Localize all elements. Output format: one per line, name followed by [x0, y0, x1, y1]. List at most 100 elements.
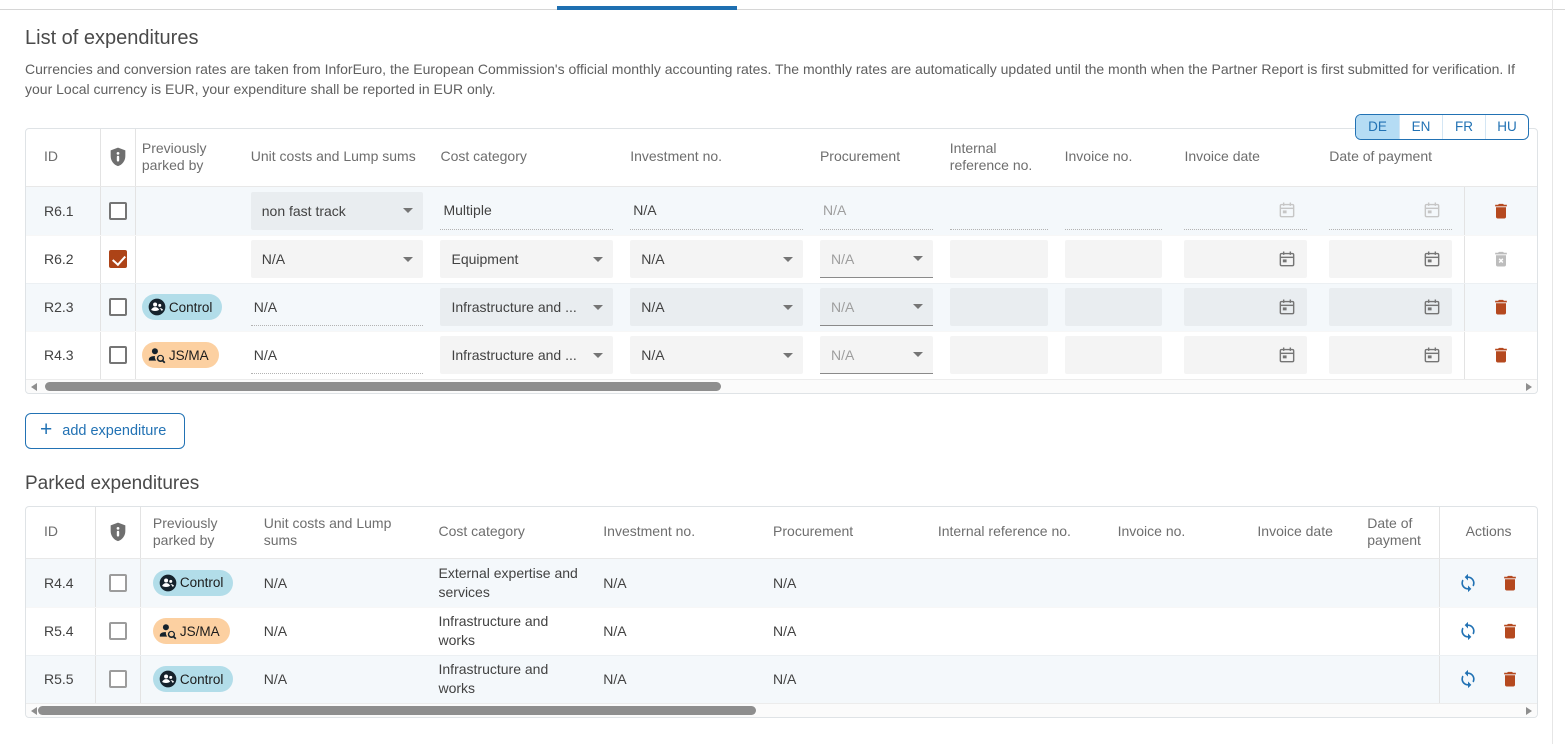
- procurement-select[interactable]: N/A: [820, 336, 933, 374]
- delete-row-button[interactable]: [1498, 618, 1522, 644]
- cost-category-select[interactable]: Equipment: [440, 240, 613, 278]
- table-row: R5.5 Control N/A Infrastructure and work…: [26, 655, 1537, 703]
- calendar-icon[interactable]: [1277, 249, 1297, 269]
- row-checkbox[interactable]: [109, 298, 127, 316]
- header-id: ID: [26, 507, 96, 558]
- chevron-down-icon: [913, 304, 923, 309]
- cost-category-value: External expertise and services: [431, 559, 596, 607]
- internal-reference-input[interactable]: [950, 288, 1048, 326]
- internal-reference-input[interactable]: [950, 336, 1048, 374]
- cost-category-select[interactable]: Infrastructure and ...: [440, 336, 613, 374]
- header-actions: Actions: [1439, 507, 1537, 558]
- chevron-down-icon: [593, 305, 603, 310]
- trash-icon: [1500, 620, 1520, 642]
- delete-row-button[interactable]: [1489, 342, 1513, 368]
- delete-row-button[interactable]: [1498, 570, 1522, 596]
- trash-icon: [1491, 200, 1511, 222]
- calendar-icon[interactable]: [1277, 297, 1297, 317]
- cost-category-select[interactable]: Infrastructure and ...: [440, 288, 613, 326]
- header-sensitive: [101, 129, 136, 186]
- language-tab-en[interactable]: EN: [1399, 115, 1442, 139]
- internal-reference-input[interactable]: [950, 240, 1048, 278]
- unit-costs-select[interactable]: N/A: [251, 240, 424, 278]
- invoice-date-input[interactable]: [1184, 192, 1307, 230]
- calendar-icon[interactable]: [1422, 297, 1442, 317]
- trash-icon: [1491, 296, 1511, 318]
- calendar-icon[interactable]: [1422, 345, 1442, 365]
- language-tab-hu[interactable]: HU: [1485, 115, 1528, 139]
- scroll-left-arrow-icon[interactable]: [31, 707, 37, 715]
- person-search-icon: [158, 621, 178, 641]
- calendar-icon[interactable]: [1422, 200, 1442, 220]
- sync-icon: [1458, 669, 1478, 689]
- unit-costs-value: N/A: [251, 336, 424, 374]
- supervised-users-icon: [158, 573, 178, 593]
- table-row: R5.4 JS/MA N/A Infrastructure and works …: [26, 607, 1537, 655]
- payment-date-input[interactable]: [1329, 336, 1452, 374]
- delete-row-button[interactable]: [1489, 198, 1513, 224]
- delete-row-button[interactable]: [1489, 294, 1513, 320]
- payment-date-input[interactable]: [1329, 192, 1452, 230]
- scroll-right-arrow-icon[interactable]: [1526, 383, 1532, 391]
- procurement-select[interactable]: N/A: [820, 288, 933, 326]
- expenditures-header-row: ID Previously parked by Unit costs and L…: [26, 129, 1537, 187]
- row-checkbox[interactable]: [109, 670, 127, 688]
- calendar-icon[interactable]: [1277, 345, 1297, 365]
- scroll-left-arrow-icon[interactable]: [31, 383, 37, 391]
- parked-expenditures-title: Parked expenditures: [25, 473, 1538, 495]
- scrollbar-thumb[interactable]: [45, 382, 721, 391]
- scroll-right-arrow-icon[interactable]: [1526, 707, 1532, 715]
- sync-icon: [1458, 573, 1478, 593]
- trash-icon: [1491, 344, 1511, 366]
- parked-by-badge-control: Control: [153, 666, 234, 692]
- unit-costs-select[interactable]: non fast track: [251, 192, 424, 230]
- invoice-no-input[interactable]: [1065, 288, 1163, 326]
- header-payment-date: Date of payment: [1359, 507, 1439, 558]
- row-checkbox[interactable]: [109, 622, 127, 640]
- parked-by-cell: [136, 236, 246, 283]
- investment-select[interactable]: N/A: [630, 288, 803, 326]
- investment-select[interactable]: N/A: [630, 336, 803, 374]
- invoice-date-input[interactable]: [1184, 288, 1307, 326]
- row-checkbox[interactable]: [109, 574, 127, 592]
- language-tab-de[interactable]: DE: [1356, 115, 1399, 139]
- row-id: R6.1: [26, 187, 101, 235]
- restore-row-button[interactable]: [1456, 667, 1480, 691]
- row-checkbox[interactable]: [109, 202, 127, 220]
- scrollbar-thumb[interactable]: [38, 706, 756, 715]
- invoice-date-input[interactable]: [1184, 336, 1307, 374]
- payment-date-input[interactable]: [1329, 288, 1452, 326]
- plus-icon: +: [40, 419, 52, 440]
- header-investment: Investment no.: [595, 507, 765, 558]
- horizontal-scrollbar[interactable]: [26, 379, 1537, 393]
- investment-select[interactable]: N/A: [630, 240, 803, 278]
- invoice-no-value: [1110, 559, 1250, 607]
- table-row: R4.3 JS/MA N/A Infrastructure and ... N/…: [26, 331, 1537, 379]
- restore-row-button[interactable]: [1456, 619, 1480, 643]
- invoice-no-input[interactable]: [1065, 336, 1163, 374]
- language-tab-fr[interactable]: FR: [1442, 115, 1485, 139]
- delete-row-button[interactable]: [1498, 666, 1522, 692]
- restore-row-button[interactable]: [1456, 571, 1480, 595]
- cost-category-value: Multiple: [440, 192, 613, 230]
- add-expenditure-button[interactable]: + add expenditure: [25, 413, 185, 449]
- investment-value: N/A: [595, 559, 765, 607]
- header-internal-reference: Internal reference no.: [945, 129, 1060, 186]
- row-checkbox[interactable]: [109, 250, 127, 268]
- shield-info-icon: [107, 146, 129, 168]
- chevron-down-icon: [913, 256, 923, 261]
- payment-date-input[interactable]: [1329, 240, 1452, 278]
- calendar-icon[interactable]: [1277, 200, 1297, 220]
- internal-reference-input[interactable]: [950, 192, 1048, 230]
- procurement-select[interactable]: N/A: [820, 240, 933, 278]
- invoice-no-input[interactable]: [1065, 192, 1163, 230]
- header-invoice-date: Invoice date: [1174, 129, 1319, 186]
- unit-costs-value: N/A: [251, 288, 424, 326]
- table-row: R6.1 non fast track Multiple N/A N/A: [26, 187, 1537, 235]
- row-checkbox[interactable]: [109, 346, 127, 364]
- horizontal-scrollbar[interactable]: [26, 703, 1537, 717]
- invoice-no-input[interactable]: [1065, 240, 1163, 278]
- investment-value: N/A: [595, 608, 765, 655]
- calendar-icon[interactable]: [1422, 249, 1442, 269]
- invoice-date-input[interactable]: [1184, 240, 1307, 278]
